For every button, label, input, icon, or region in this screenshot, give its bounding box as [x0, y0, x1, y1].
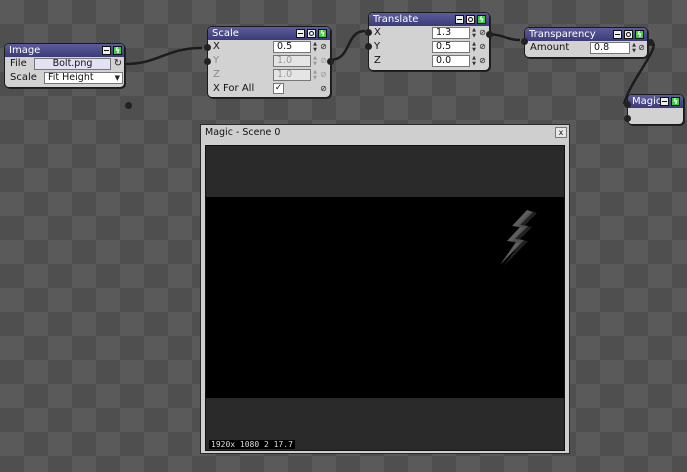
translate-node-header[interactable]: Translate ϟ: [369, 13, 489, 26]
minimize-icon[interactable]: [660, 97, 669, 106]
transparency-node-header[interactable]: Transparency ϟ: [525, 28, 647, 41]
scale-z-field[interactable]: 1.0: [273, 69, 311, 81]
file-field[interactable]: Bolt.png: [34, 58, 111, 70]
resolution-readout: 1920x 1080 2 17.7: [209, 440, 295, 449]
render-viewport[interactable]: 1920x 1080 2 17.7: [205, 145, 565, 451]
magic-node-title: Magic: [632, 96, 662, 107]
scale-x-row: X 0.5 ▲ ▼ ⊘: [208, 40, 330, 54]
transparency-node-title: Transparency: [529, 29, 596, 40]
file-label: File: [10, 58, 27, 69]
scale-mode-label: Scale: [10, 72, 37, 83]
lightning-bolt-icon[interactable]: ϟ: [113, 46, 122, 55]
translate-x-field[interactable]: 1.3: [432, 27, 470, 39]
link-icon[interactable]: ⊘: [478, 55, 487, 67]
ring-icon[interactable]: [624, 30, 633, 39]
translate-node-title: Translate: [373, 14, 419, 25]
scale-mode-dropdown[interactable]: Fit Height ▼: [44, 72, 123, 84]
link-icon[interactable]: ⊘: [319, 69, 328, 81]
scale-x-field[interactable]: 0.5: [273, 41, 311, 53]
magic-node-header[interactable]: Magic ϟ: [628, 95, 683, 108]
scale-mode-value: Fit Height: [48, 72, 94, 83]
scale-z-stepper[interactable]: ▲ ▼: [312, 69, 318, 81]
translate-node[interactable]: Translate ϟ X 1.3 ▲ ▼ ⊘ Y 0.5 ▲ ▼ ⊘ Z 0.0 …: [365, 12, 493, 71]
scale-y-label: Y: [213, 55, 220, 66]
translate-x-label: X: [374, 27, 381, 38]
translate-y-stepper[interactable]: ▲ ▼: [471, 41, 477, 53]
chevron-down-icon: ▼: [114, 74, 120, 82]
x-for-all-checkbox[interactable]: ✓: [273, 83, 284, 94]
image-output-port[interactable]: [125, 102, 132, 109]
reload-icon[interactable]: ↻: [113, 58, 123, 70]
translate-x-stepper[interactable]: ▲ ▼: [471, 27, 477, 39]
transparency-output-port[interactable]: [647, 39, 654, 46]
magic-node[interactable]: Magic ϟ: [624, 94, 684, 125]
transparency-node[interactable]: Transparency ϟ Amount 0.8 ▲ ▼ ⊘: [521, 27, 654, 58]
preview-window[interactable]: Magic - Scene 0 x 1920x 1080 2 17.7: [200, 124, 570, 454]
scale-output-port[interactable]: [327, 58, 334, 65]
x-for-all-label: X For All: [213, 83, 255, 94]
amount-label: Amount: [530, 42, 570, 53]
lightning-bolt-icon[interactable]: ϟ: [318, 29, 327, 38]
translate-input-port-y[interactable]: [365, 43, 372, 50]
transparency-input-port[interactable]: [521, 38, 528, 45]
scale-input-port-y[interactable]: [204, 58, 211, 65]
link-icon[interactable]: ⊘: [319, 83, 328, 95]
translate-x-row: X 1.3 ▲ ▼ ⊘: [369, 26, 489, 40]
translate-z-label: Z: [374, 55, 381, 66]
close-icon[interactable]: x: [555, 127, 567, 138]
ring-icon[interactable]: [466, 15, 475, 24]
translate-z-field[interactable]: 0.0: [432, 55, 470, 67]
lightning-bolt-icon[interactable]: ϟ: [635, 30, 644, 39]
lightning-bolt-icon[interactable]: ϟ: [671, 97, 680, 106]
translate-z-row: Z 0.0 ▲ ▼ ⊘: [369, 54, 489, 68]
image-node-title: Image: [9, 45, 41, 56]
scale-mode-row: Scale Fit Height ▼: [5, 71, 124, 85]
magic-input-port-1[interactable]: [624, 101, 631, 108]
minimize-icon[interactable]: [613, 30, 622, 39]
image-node-header[interactable]: Image ϟ: [5, 44, 124, 57]
translate-z-stepper[interactable]: ▲ ▼: [471, 55, 477, 67]
preview-window-title[interactable]: Magic - Scene 0: [201, 125, 569, 141]
scale-node[interactable]: Scale ϟ X 0.5 ▲ ▼ ⊘ Y 1.0 ▲ ▼ ⊘ Z 1.0 ▲ ▼ ⊘…: [204, 26, 334, 98]
link-icon[interactable]: ⊘: [637, 42, 646, 54]
ring-icon[interactable]: [307, 29, 316, 38]
translate-y-label: Y: [374, 41, 381, 52]
scale-z-label: Z: [213, 69, 220, 80]
minimize-icon[interactable]: [102, 46, 111, 55]
translate-input-port-x[interactable]: [365, 29, 372, 36]
lightning-bolt-icon[interactable]: ϟ: [477, 15, 486, 24]
scale-y-row: Y 1.0 ▲ ▼ ⊘: [208, 54, 330, 68]
scale-x-stepper[interactable]: ▲ ▼: [312, 41, 318, 53]
scale-node-title: Scale: [212, 28, 239, 39]
amount-row: Amount 0.8 ▲ ▼ ⊘: [525, 41, 647, 55]
scale-y-stepper[interactable]: ▲ ▼: [312, 55, 318, 67]
translate-output-port[interactable]: [486, 31, 493, 38]
link-icon[interactable]: ⊘: [319, 41, 328, 53]
x-for-all-row: X For All ✓ ⊘: [208, 82, 330, 96]
render-frame: [206, 197, 564, 398]
minimize-icon[interactable]: [296, 29, 305, 38]
scale-input-port-x[interactable]: [204, 44, 211, 51]
translate-y-field[interactable]: 0.5: [432, 41, 470, 53]
scale-z-row: Z 1.0 ▲ ▼ ⊘: [208, 68, 330, 82]
image-node[interactable]: Image ϟ File Bolt.png ↻ Scale Fit Height…: [4, 43, 132, 109]
lightning-bolt-graphic: [500, 210, 537, 266]
scale-node-header[interactable]: Scale ϟ: [208, 27, 330, 40]
translate-y-row: Y 0.5 ▲ ▼ ⊘: [369, 40, 489, 54]
link-icon[interactable]: ⊘: [478, 41, 487, 53]
minimize-icon[interactable]: [455, 15, 464, 24]
file-row: File Bolt.png ↻: [5, 57, 124, 71]
magic-input-port-2[interactable]: [624, 115, 631, 122]
scale-x-label: X: [213, 41, 220, 52]
scale-y-field[interactable]: 1.0: [273, 55, 311, 67]
amount-field[interactable]: 0.8: [590, 42, 630, 54]
